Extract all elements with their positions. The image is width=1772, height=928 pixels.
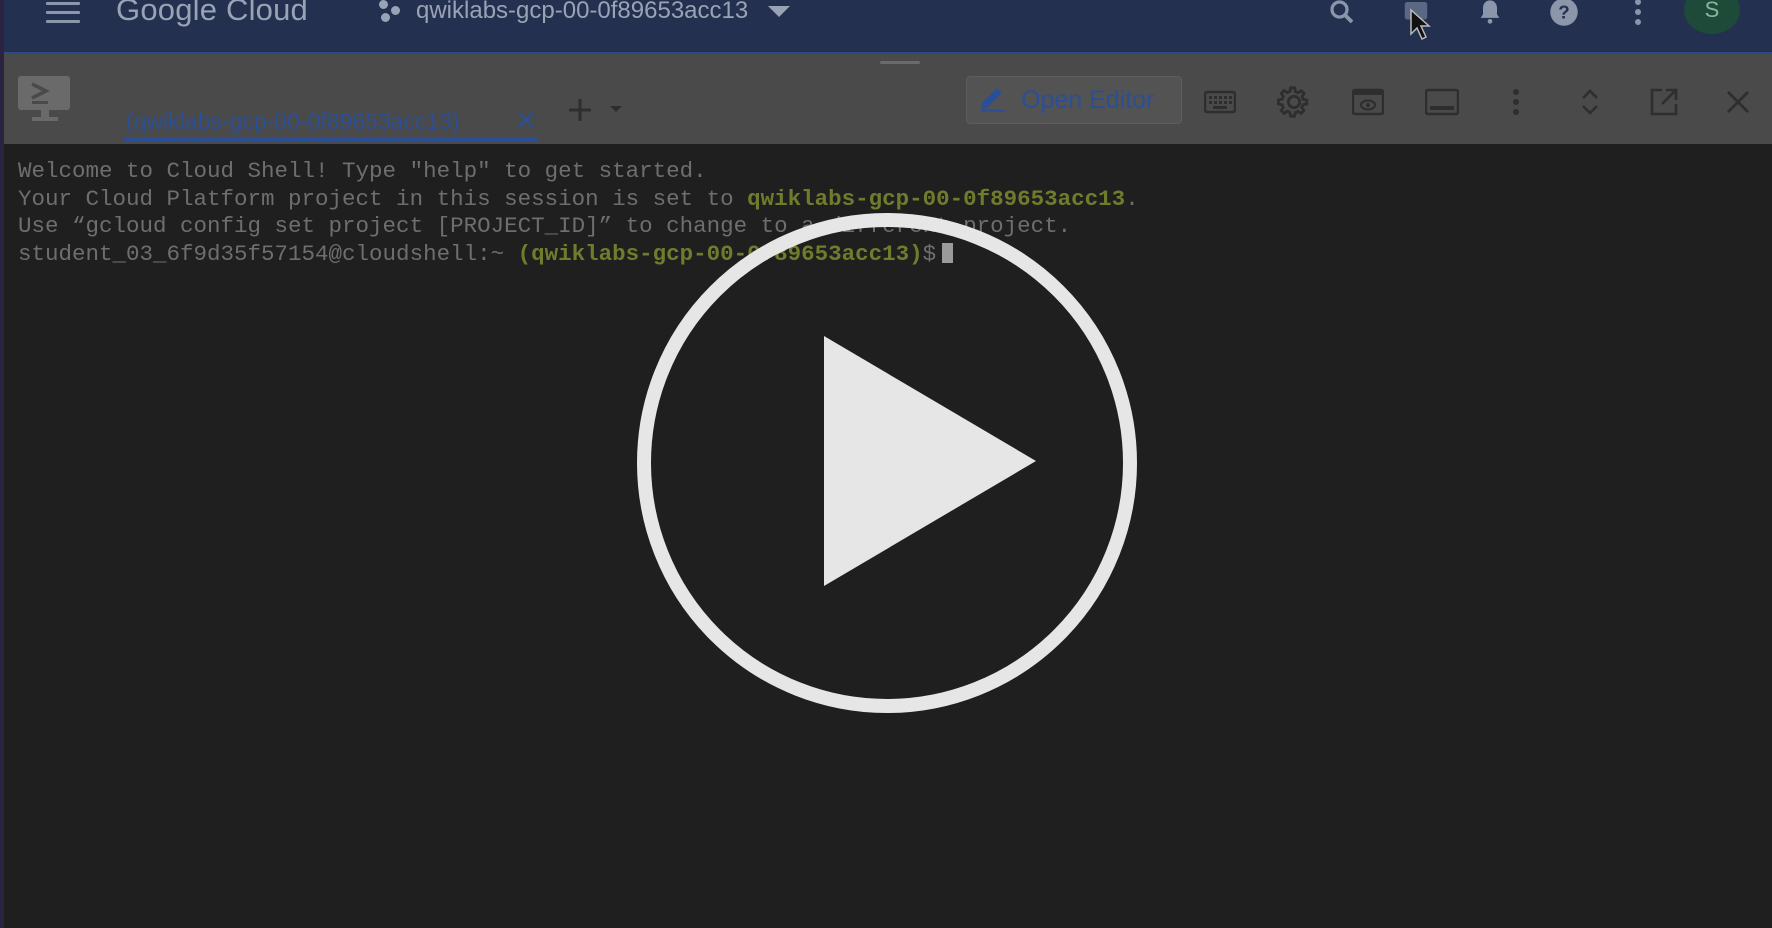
brand-logo[interactable]: Google Cloud xyxy=(116,0,308,28)
pencil-icon xyxy=(977,83,1007,118)
project-name: qwiklabs-gcp-00-0f89653acc13 xyxy=(416,0,749,24)
more-vert-icon[interactable] xyxy=(1496,82,1536,122)
terminal-icon xyxy=(16,74,74,129)
more-vert-icon[interactable] xyxy=(1618,0,1658,32)
close-icon[interactable] xyxy=(1718,82,1758,122)
open-editor-label: Open Editor xyxy=(1021,85,1155,114)
panel-icon[interactable] xyxy=(1422,82,1462,122)
add-tab-icon[interactable] xyxy=(568,96,628,131)
tab-label: (qwiklabs-gcp-00-0f89653acc13) xyxy=(126,107,460,134)
help-icon[interactable]: ? xyxy=(1544,0,1584,32)
expand-icon[interactable] xyxy=(1570,82,1610,122)
gear-icon[interactable] xyxy=(1274,82,1314,122)
keyboard-icon[interactable] xyxy=(1200,82,1240,122)
avatar[interactable]: S xyxy=(1684,0,1740,34)
prompt-user: student_03_6f9d35f57154@cloudshell:~ xyxy=(18,241,518,267)
terminal-line-welcome: Welcome to Cloud Shell! Type "help" to g… xyxy=(18,158,707,184)
play-icon[interactable] xyxy=(636,212,1138,714)
terminal-line-project: Your Cloud Platform project in this sess… xyxy=(18,186,1139,212)
active-tab-indicator xyxy=(124,137,538,141)
resize-handle[interactable] xyxy=(880,61,920,64)
search-icon[interactable] xyxy=(1322,0,1362,32)
close-tab-icon[interactable] xyxy=(516,110,536,135)
chevron-down-icon xyxy=(768,5,791,17)
svg-text:?: ? xyxy=(1558,1,1569,22)
menu-icon[interactable] xyxy=(46,2,80,23)
terminal-text: Your Cloud Platform project in this sess… xyxy=(18,186,748,212)
mouse-cursor-icon xyxy=(1410,8,1431,41)
open-editor-button[interactable]: Open Editor xyxy=(966,76,1182,124)
terminal-text: . xyxy=(1125,186,1139,212)
open-new-window-icon[interactable] xyxy=(1644,82,1684,122)
video-frame: Google Cloud qwiklabs-gcp-00-0f89653acc1… xyxy=(0,0,1772,928)
project-selector[interactable]: qwiklabs-gcp-00-0f89653acc13 xyxy=(378,0,791,26)
terminal-project-id: qwiklabs-gcp-00-0f89653acc13 xyxy=(747,186,1126,212)
notifications-icon[interactable] xyxy=(1470,0,1510,32)
top-app-bar: Google Cloud qwiklabs-gcp-00-0f89653acc1… xyxy=(4,0,1772,54)
web-preview-icon[interactable] xyxy=(1348,82,1388,122)
project-icon xyxy=(378,0,404,24)
